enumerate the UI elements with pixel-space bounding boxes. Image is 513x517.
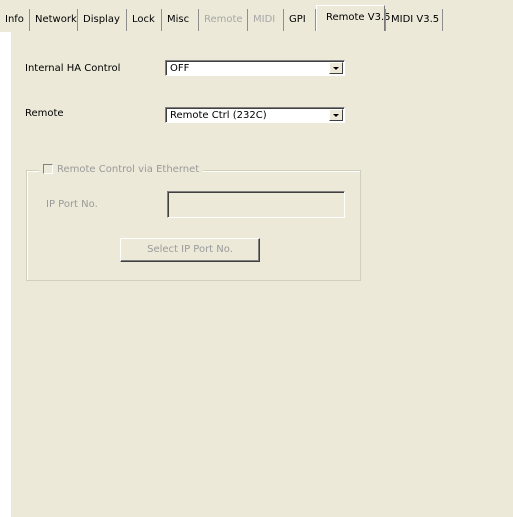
remote-value: Remote Ctrl (232C) (170, 110, 267, 121)
tab-remote-v35-label: Remote V3.5 (326, 12, 391, 23)
internal-ha-control-dropdown[interactable]: OFF (165, 60, 345, 76)
internal-ha-control-dropdown-button[interactable] (329, 62, 343, 74)
tab-network[interactable]: Network (30, 9, 78, 31)
ethernet-groupbox (26, 170, 361, 281)
remote-dropdown[interactable]: Remote Ctrl (232C) (165, 107, 345, 123)
tab-midi[interactable]: MIDI (248, 9, 284, 31)
ip-port-input[interactable] (167, 191, 345, 218)
ethernet-group-header: Remote Control via Ethernet (39, 162, 204, 176)
tab-lock[interactable]: Lock (127, 9, 162, 31)
tab-info-label: Info (5, 14, 24, 25)
internal-ha-control-value: OFF (170, 63, 190, 74)
select-ip-port-button-label: Select IP Port No. (147, 244, 233, 255)
tab-midi-v35-label: MIDI V3.5 (391, 14, 440, 25)
tab-misc[interactable]: Misc (162, 9, 199, 31)
chevron-down-icon (333, 114, 339, 117)
tab-remote[interactable]: Remote (199, 9, 248, 31)
tab-remote-label: Remote (204, 14, 243, 25)
tab-midi-label: MIDI (253, 14, 276, 25)
tab-gpi[interactable]: GPI (284, 9, 316, 31)
tab-network-label: Network (35, 14, 77, 25)
tab-misc-label: Misc (167, 14, 190, 25)
chevron-down-icon (333, 67, 339, 70)
remote-via-ethernet-checkbox[interactable] (43, 164, 53, 174)
tab-midi-v35[interactable]: MIDI V3.5 (385, 9, 443, 31)
tab-display-label: Display (83, 14, 120, 25)
tab-lock-label: Lock (132, 14, 155, 25)
remote-dropdown-button[interactable] (329, 109, 343, 121)
internal-ha-control-label: Internal HA Control (25, 63, 121, 74)
tab-panel-remote-v35: Internal HA Control OFF Remote Remote Ct… (11, 31, 513, 517)
tab-display[interactable]: Display (78, 9, 127, 31)
tab-strip: Info Network Display Lock Misc Remote MI… (0, 0, 513, 33)
ip-port-label: IP Port No. (46, 199, 98, 210)
remote-label: Remote (25, 108, 64, 119)
select-ip-port-button[interactable]: Select IP Port No. (120, 238, 260, 262)
tab-gpi-label: GPI (289, 14, 306, 25)
tab-info[interactable]: Info (0, 9, 30, 31)
remote-via-ethernet-label: Remote Control via Ethernet (57, 163, 200, 175)
tab-remote-v35[interactable]: Remote V3.5 (316, 5, 391, 33)
